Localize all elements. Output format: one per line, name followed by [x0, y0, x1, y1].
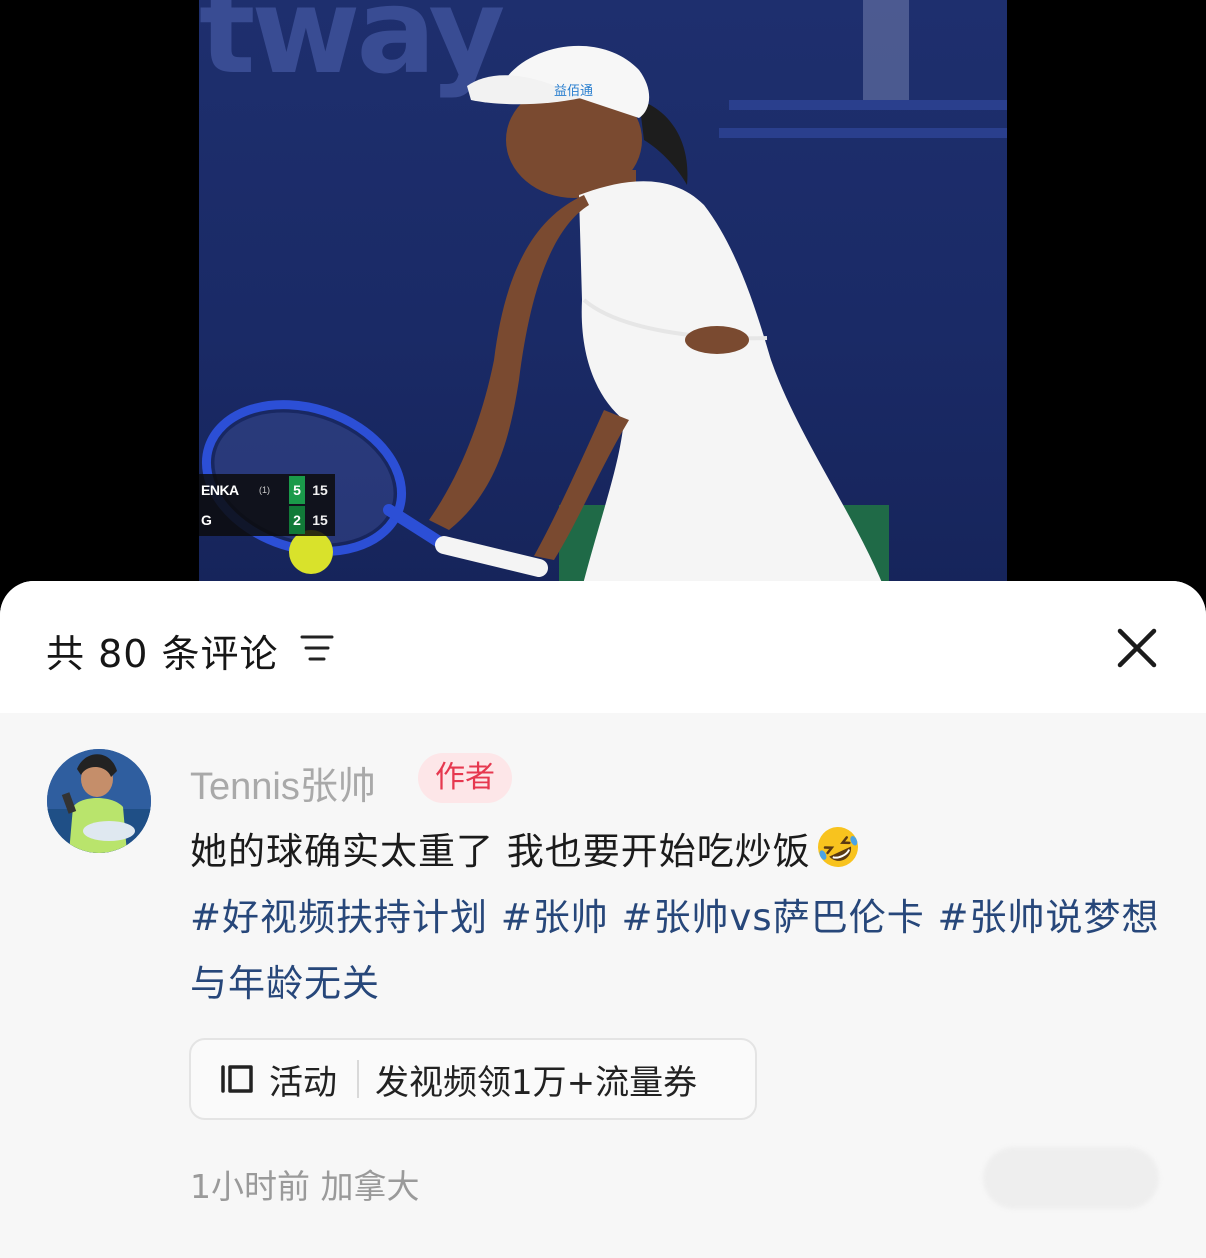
games-score: 2	[289, 506, 305, 534]
comments-header: 共 80 条评论	[0, 581, 1206, 713]
scoreboard-row: ENKA (1) 5 15	[199, 475, 335, 505]
match-scoreboard: ENKA (1) 5 15 G 2 15	[199, 474, 335, 536]
author-badge: 作者	[418, 753, 512, 803]
comment-meta: 1小时前 加拿大	[190, 1160, 420, 1208]
cap-logo-text: 益佰通	[554, 84, 593, 99]
activity-text: 发视频领1万+流量券	[375, 1062, 698, 1103]
comment-count-title: 共 80 条评论	[46, 632, 279, 676]
avatar-photo	[47, 749, 151, 853]
video-player[interactable]: tway 益佰通 ENKA (1) 5 15 G 2 15	[199, 0, 1007, 600]
divider	[357, 1060, 359, 1098]
comment-time: 1小时前	[190, 1167, 310, 1206]
hashtag-links[interactable]: #好视频扶持计划 #张帅 #张帅vs萨巴伦卡 #张帅说梦想与年龄无关	[190, 896, 1159, 1005]
games-score: 5	[289, 476, 305, 504]
points-score: 15	[312, 482, 328, 498]
comment-main-text: 她的球确实太重了 我也要开始吃炒饭	[190, 830, 811, 873]
player-name: G	[201, 512, 212, 528]
activity-icon	[221, 1065, 253, 1093]
player-seed: (1)	[259, 485, 270, 495]
scoreboard-row: G 2 15	[199, 505, 335, 535]
author-name[interactable]: Tennis张帅	[190, 755, 376, 810]
comment-actions-area[interactable]	[983, 1147, 1159, 1209]
activity-label: 活动	[269, 1062, 337, 1103]
rofl-emoji-icon	[817, 827, 858, 867]
player-name: ENKA	[201, 482, 239, 498]
close-icon[interactable]	[1110, 621, 1164, 675]
points-score: 15	[312, 512, 328, 528]
avatar[interactable]	[47, 749, 151, 853]
filter-lines-icon[interactable]	[300, 633, 334, 663]
comments-sheet: 共 80 条评论 Tennis张帅 作者 她的球确实太重了 我也要开始吃炒饭 #…	[0, 581, 1206, 1258]
comment-text: 她的球确实太重了 我也要开始吃炒饭 #好视频扶持计划 #张帅 #张帅vs萨巴伦卡…	[190, 819, 1180, 1017]
comment-location: 加拿大	[320, 1167, 420, 1206]
activity-banner[interactable]: 活动 发视频领1万+流量券	[189, 1038, 757, 1120]
